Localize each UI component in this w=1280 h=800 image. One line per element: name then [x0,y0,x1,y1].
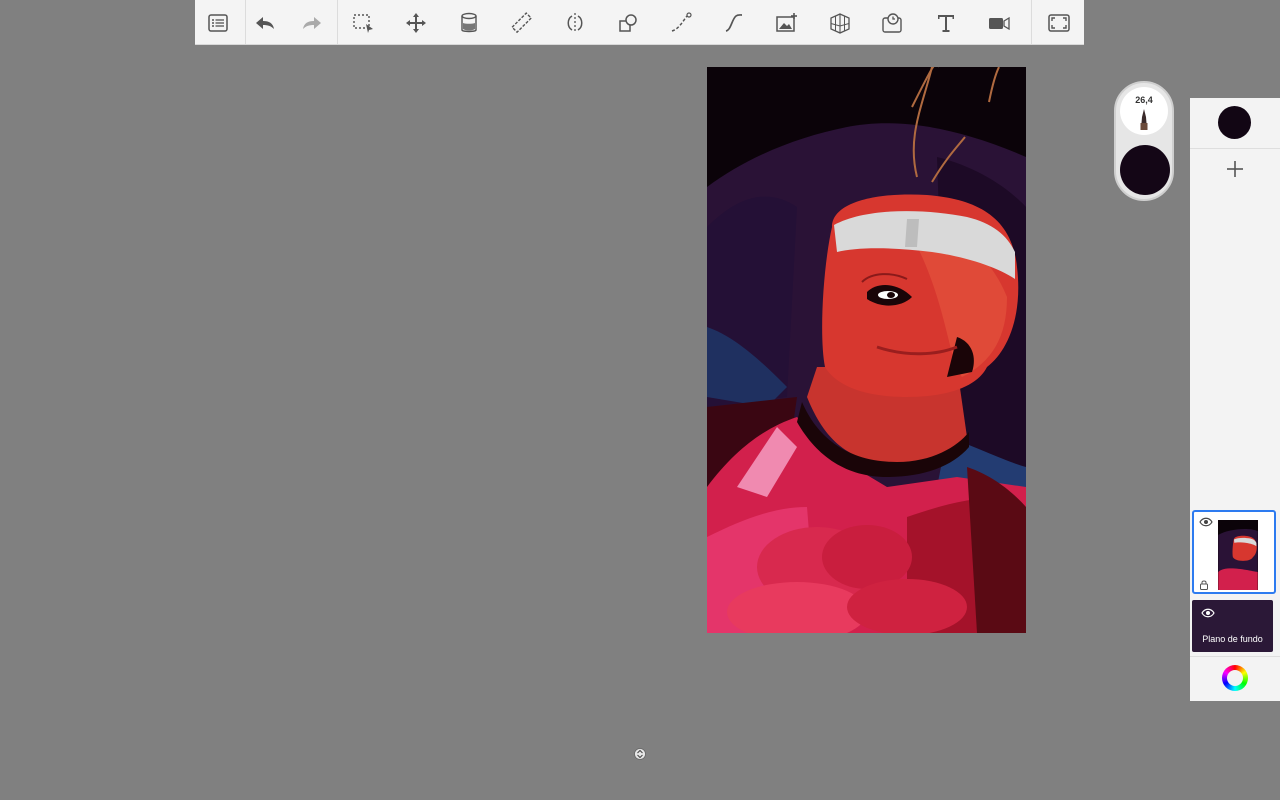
fullscreen-icon[interactable] [1044,8,1074,38]
ruler-icon[interactable] [507,8,537,38]
visibility-eye-icon[interactable] [1199,517,1213,527]
time-lapse-icon[interactable] [878,8,908,38]
toolbar-divider [337,0,338,44]
video-icon[interactable] [984,8,1014,38]
french-curve-icon[interactable] [719,8,749,38]
current-color-swatch[interactable] [1218,106,1251,139]
top-toolbar [195,0,1084,45]
layer-item-background[interactable]: Plano de fundo [1192,600,1273,652]
drawing-canvas[interactable] [707,67,1026,633]
color-wheel-icon[interactable] [1222,665,1248,691]
perspective-grid-icon[interactable] [825,8,855,38]
toolbar-divider [245,0,246,44]
selection-icon[interactable] [348,8,378,38]
brush-size-control[interactable]: 26,4 [1120,87,1168,135]
background-layer-label: Plano de fundo [1202,634,1263,644]
panel-divider [1190,656,1280,657]
stroke-curve-icon[interactable] [666,8,696,38]
brush-size-value: 26,4 [1135,95,1153,105]
layer-item-selected[interactable] [1192,510,1276,594]
panel-divider [1190,148,1280,149]
shapes-icon[interactable] [613,8,643,38]
expand-collapse-icon[interactable] [634,747,646,761]
layer-lock-icon[interactable] [1199,580,1209,590]
brush-color-swatch[interactable] [1120,145,1170,195]
import-image-icon[interactable] [772,8,802,38]
list-icon[interactable] [203,8,233,38]
brush-puck[interactable]: 26,4 [1114,81,1174,201]
undo-icon[interactable] [250,8,280,38]
visibility-eye-icon[interactable] [1201,608,1215,618]
add-layer-icon[interactable] [1220,154,1250,184]
brush-icon [1140,109,1148,130]
toolbar-divider [1031,0,1032,44]
artwork-painting [707,67,1026,633]
text-icon[interactable] [931,8,961,38]
move-transform-icon[interactable] [401,8,431,38]
fill-icon[interactable] [454,8,484,38]
layer-panel: Plano de fundo [1190,98,1280,701]
symmetry-icon[interactable] [560,8,590,38]
layer-thumbnail [1218,520,1258,590]
redo-icon[interactable] [297,8,327,38]
